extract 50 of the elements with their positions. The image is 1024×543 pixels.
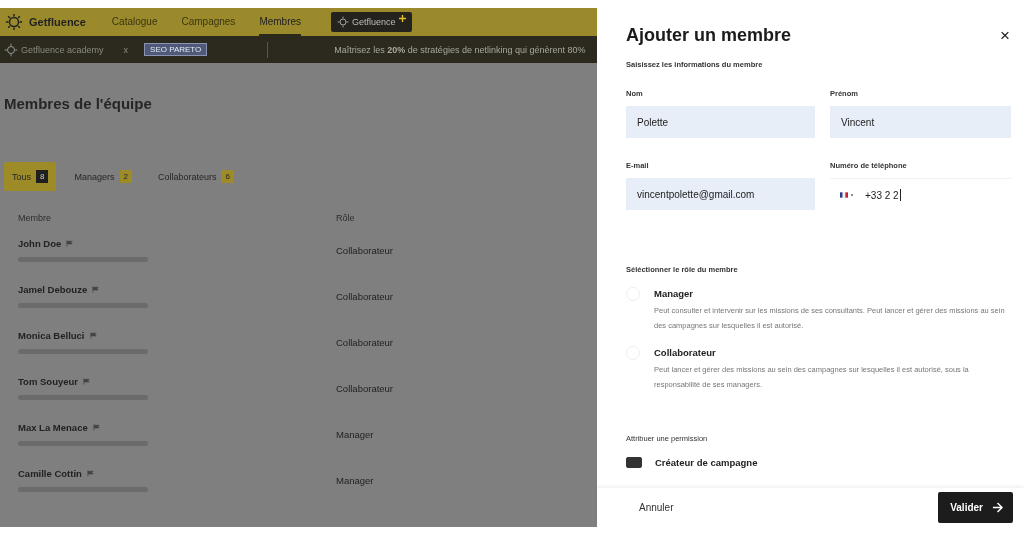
close-button[interactable]: × xyxy=(998,25,1012,46)
plus-icon xyxy=(398,14,406,22)
nav-link[interactable]: Catalogue xyxy=(111,8,158,36)
submit-button[interactable]: Valider xyxy=(938,491,1013,523)
member-name: Tom Souyeur xyxy=(18,376,78,387)
member-role: Manager xyxy=(336,428,375,440)
input-field[interactable]: vincentpolette@gmail.com xyxy=(626,178,815,210)
member-name: Jamel Debouze xyxy=(18,284,88,295)
member-role: Collaborateur xyxy=(336,382,395,394)
role-name: Manager xyxy=(654,288,695,299)
filter-tab[interactable]: Tous 8 xyxy=(4,162,57,191)
checkbox[interactable] xyxy=(626,457,642,468)
input-field[interactable]: Polette xyxy=(626,106,815,138)
flag-icon xyxy=(89,332,97,339)
pareto-badge: SEO PARETO xyxy=(144,43,208,56)
flag-icon xyxy=(92,424,100,431)
role-name: Collaborateur xyxy=(654,347,717,358)
nav-link[interactable]: Campagnes xyxy=(181,8,236,36)
cancel-button[interactable]: Annuler xyxy=(637,497,676,517)
filter-tab[interactable]: Managers 2 xyxy=(66,162,140,191)
member-role: Collaborateur xyxy=(336,290,395,302)
arrow-right-icon xyxy=(992,501,1003,513)
member-name: Camille Cottin xyxy=(18,468,82,479)
member-role: Manager xyxy=(336,474,375,486)
flag-icon xyxy=(86,470,94,477)
member-role: Collaborateur xyxy=(336,244,395,256)
filter-tab[interactable]: Collaborateurs 6 xyxy=(149,162,242,191)
column-header: Membre xyxy=(17,213,52,223)
sun-logo-icon xyxy=(4,42,18,57)
permission-label: Créateur de campagne xyxy=(655,457,758,468)
drawer-title: Ajouter un membre xyxy=(626,25,792,46)
flag-icon xyxy=(66,240,74,247)
member-name: Max La Menace xyxy=(18,422,88,433)
sun-logo-icon xyxy=(5,13,23,31)
member-role: Collaborateur xyxy=(336,336,395,348)
promo-message: Maîtrisez les 20% de stratégies de netlinking qui génèrent 80% xyxy=(334,44,586,55)
phone-field[interactable]: +33 2 2 xyxy=(830,178,1011,211)
flag-icon xyxy=(83,378,90,385)
separator-mark: x xyxy=(123,44,129,55)
brand-name: Getfluence xyxy=(29,16,86,28)
member-name: Monica Belluci xyxy=(18,330,85,341)
member-name: John Doe xyxy=(18,238,62,249)
getfluence-plus-button[interactable]: Getfluence xyxy=(331,12,412,32)
sun-logo-icon xyxy=(337,16,350,28)
input-field[interactable]: Vincent xyxy=(830,106,1011,138)
column-header: Rôle xyxy=(336,213,356,223)
flag-icon xyxy=(840,192,848,198)
flag-icon xyxy=(92,286,100,293)
academy-brand: Getfluence academy xyxy=(21,44,104,55)
page-title: Membres de l'équipe xyxy=(4,95,153,112)
